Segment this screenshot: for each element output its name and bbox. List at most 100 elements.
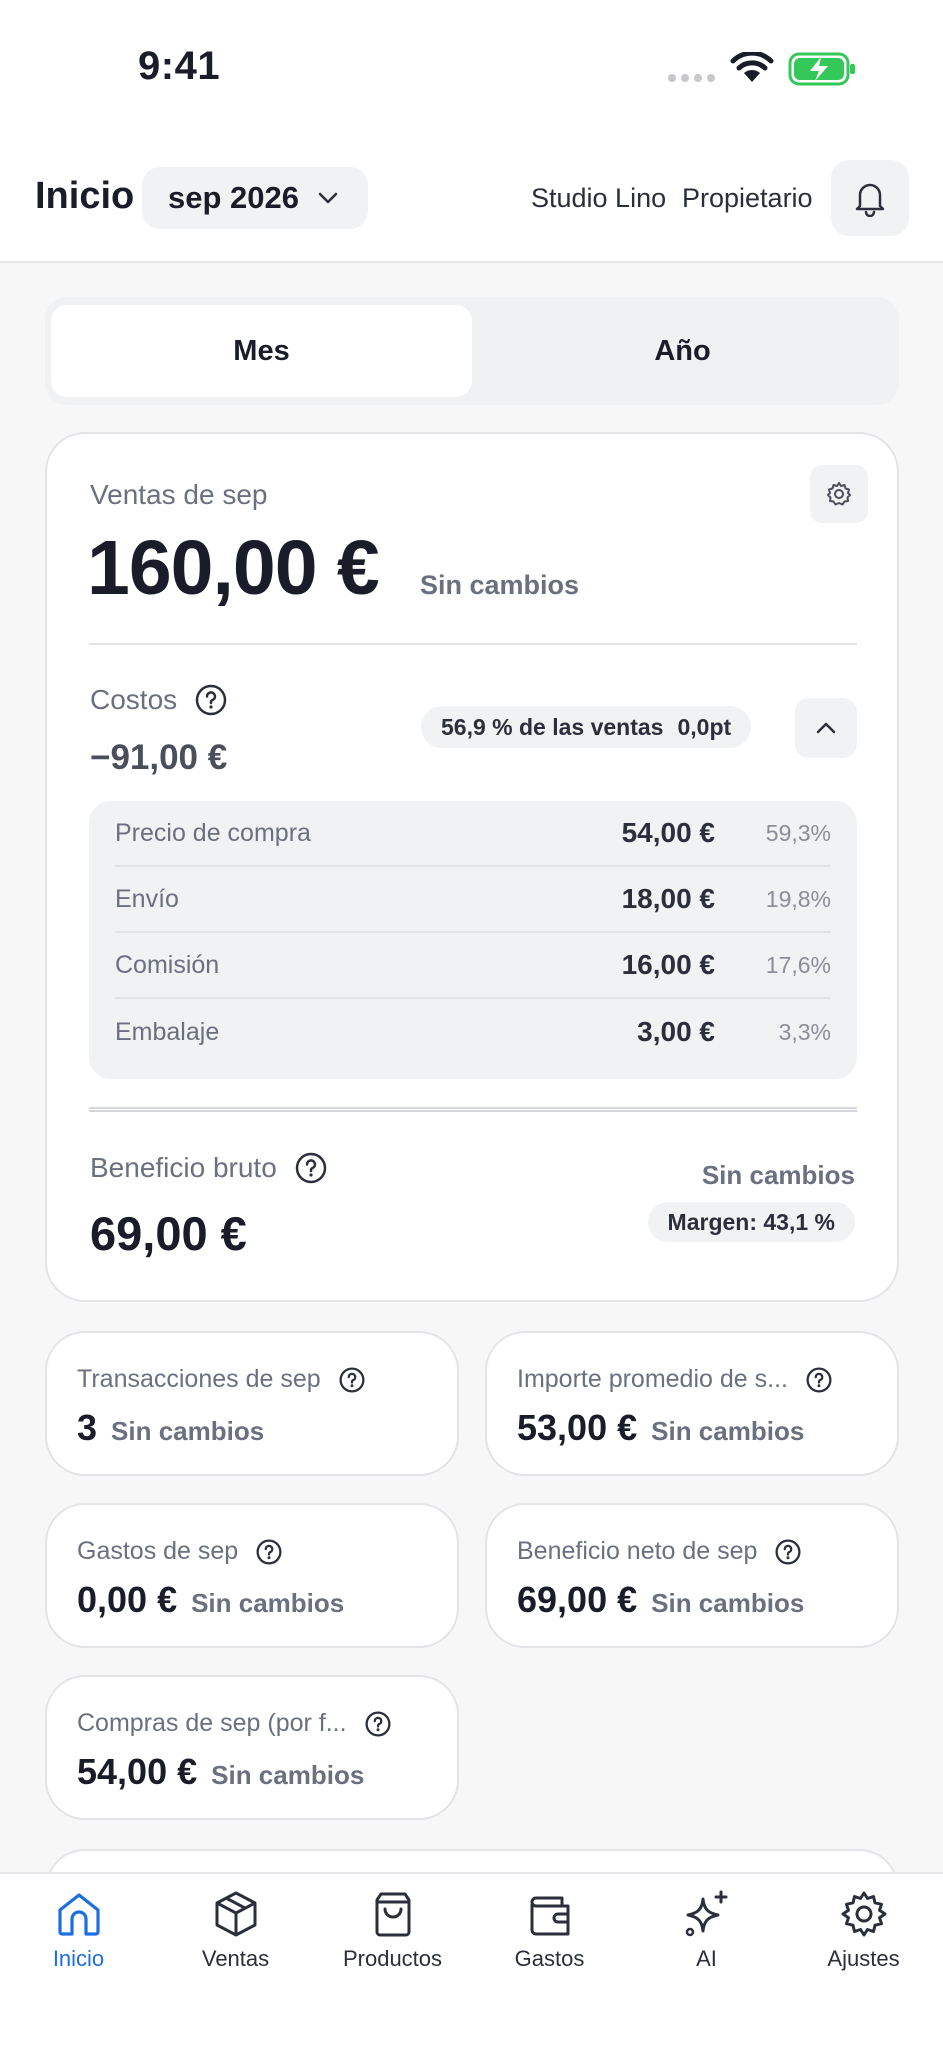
page-title: Inicio — [35, 175, 135, 217]
metric-label: Gastos de sep — [77, 1537, 239, 1565]
sales-value: 160,00 € — [87, 525, 380, 611]
metric-label-row: Importe promedio de s... — [517, 1365, 832, 1394]
breakdown-name: Embalaje — [115, 1017, 220, 1046]
metric-value-row: 53,00 € Sin cambios — [517, 1407, 804, 1449]
card-settings-button[interactable] — [810, 465, 868, 523]
tab-label: Productos — [342, 1946, 443, 1971]
gross-profit-value: 69,00 € — [90, 1207, 247, 1260]
help-icon[interactable] — [775, 1538, 801, 1565]
help-icon[interactable] — [256, 1538, 282, 1565]
metric-value: 0,00 € — [77, 1579, 178, 1620]
segment-month[interactable]: Mes — [51, 305, 472, 397]
double-divider — [89, 1107, 857, 1112]
metric-label: Beneficio neto de sep — [517, 1537, 758, 1565]
tab-label: Ventas — [201, 1946, 270, 1971]
tab-gastos[interactable]: Gastos — [471, 1888, 628, 1972]
tab-ajustes[interactable]: Ajustes — [785, 1888, 942, 1972]
breakdown-name: Precio de compra — [115, 818, 311, 847]
help-icon[interactable] — [365, 1710, 391, 1737]
breakdown-amount: 3,00 € — [637, 1016, 715, 1047]
status-time: 9:41 — [138, 44, 221, 88]
tab-productos[interactable]: Productos — [314, 1888, 471, 1972]
notifications-button[interactable] — [831, 160, 909, 236]
home-icon — [57, 1893, 100, 1936]
costs-share-badge: 56,9 % de las ventas 0,0pt — [421, 706, 752, 748]
metric-change: Sin cambios — [211, 1760, 365, 1790]
costs-header: Costos — [90, 684, 227, 716]
metric-value: 3 — [77, 1407, 98, 1448]
breakdown-amount: 16,00 € — [621, 949, 715, 980]
collapse-costs-button[interactable] — [795, 698, 857, 758]
wallet-icon — [530, 1896, 569, 1936]
help-icon[interactable] — [339, 1366, 365, 1393]
metric-label-row: Transacciones de sep — [77, 1365, 365, 1394]
metric-value-row: 3 Sin cambios — [77, 1407, 264, 1449]
shopping-bag-icon — [375, 1892, 410, 1937]
segment-year[interactable]: Año — [472, 305, 893, 397]
breakdown-percent: 59,3% — [765, 819, 831, 846]
metric-value-row: 54,00 € Sin cambios — [77, 1751, 364, 1793]
chevron-up-icon — [816, 722, 836, 734]
costs-delta: 0,0pt — [677, 713, 732, 740]
tab-ventas[interactable]: Ventas — [157, 1888, 314, 1972]
help-icon[interactable] — [295, 1152, 327, 1184]
metric-card-net-profit[interactable]: Beneficio neto de sep 69,00 € Sin cambio… — [485, 1503, 899, 1648]
gear-icon — [827, 482, 851, 506]
tab-label: Ajustes — [827, 1946, 900, 1971]
metric-label: Importe promedio de s... — [517, 1365, 788, 1393]
gear-icon — [841, 1891, 886, 1937]
breakdown-percent: 3,3% — [778, 1018, 831, 1045]
battery-charging-icon — [788, 52, 855, 86]
wifi-icon — [730, 52, 774, 82]
metric-value: 54,00 € — [77, 1751, 198, 1792]
period-selector[interactable]: sep 2026 — [142, 167, 368, 229]
metric-value-row: 69,00 € Sin cambios — [517, 1579, 804, 1621]
breakdown-row: Embalaje 3,00 € 3,3% — [115, 999, 831, 1065]
sales-label: Ventas de sep — [90, 479, 268, 510]
bell-icon — [855, 183, 885, 217]
user-role: Propietario — [682, 183, 813, 213]
tab-ai[interactable]: AI — [628, 1888, 785, 1972]
chevron-down-icon — [318, 192, 338, 204]
divider — [89, 643, 857, 645]
bottom-tab-bar: Inicio Ventas Productos Gastos AI Ajuste… — [0, 1872, 943, 2049]
metric-label: Compras de sep (por f... — [77, 1709, 347, 1737]
period-label: sep 2026 — [168, 180, 299, 215]
costs-value: −91,00 € — [90, 738, 228, 777]
metric-label: Transacciones de sep — [77, 1365, 321, 1393]
costs-share-label: 56,9 % de las ventas — [441, 713, 664, 740]
metric-change: Sin cambios — [651, 1416, 805, 1446]
box-icon — [215, 1891, 256, 1937]
metric-card-expenses[interactable]: Gastos de sep 0,00 € Sin cambios — [45, 1503, 459, 1648]
metric-label-row: Beneficio neto de sep — [517, 1537, 801, 1566]
metric-value-row: 0,00 € Sin cambios — [77, 1579, 344, 1621]
metric-card-purchases[interactable]: Compras de sep (por f... 54,00 € Sin cam… — [45, 1675, 459, 1820]
breakdown-amount: 18,00 € — [621, 883, 715, 914]
tab-label: AI — [696, 1946, 717, 1971]
metric-label-row: Compras de sep (por f... — [77, 1709, 391, 1738]
period-segmented-control: Mes Año — [45, 297, 899, 405]
sales-change: Sin cambios — [420, 570, 580, 600]
metric-change: Sin cambios — [651, 1588, 805, 1618]
costs-label: Costos — [90, 684, 178, 715]
breakdown-row: Comisión 16,00 € 17,6% — [115, 933, 831, 999]
tab-inicio[interactable]: Inicio — [0, 1888, 157, 1972]
tab-label: Inicio — [52, 1946, 105, 1971]
gross-profit-label: Beneficio bruto — [90, 1152, 277, 1183]
top-header: Inicio sep 2026 Studio Lino Propietario — [0, 130, 943, 263]
gross-profit-change: Sin cambios — [701, 1160, 855, 1190]
signal-icon — [668, 74, 715, 82]
costs-breakdown: Precio de compra 54,00 € 59,3% Envío 18,… — [89, 801, 857, 1079]
breakdown-row: Envío 18,00 € 19,8% — [115, 867, 831, 933]
breakdown-name: Envío — [115, 884, 179, 913]
status-bar: 9:41 — [0, 0, 943, 130]
breakdown-row: Precio de compra 54,00 € 59,3% — [115, 801, 831, 867]
metric-change: Sin cambios — [191, 1588, 345, 1618]
margin-badge: Margen: 43,1 % — [647, 1202, 855, 1242]
metric-card-average-amount[interactable]: Importe promedio de s... 53,00 € Sin cam… — [485, 1331, 899, 1476]
gross-profit-header: Beneficio bruto — [90, 1152, 327, 1184]
help-icon[interactable] — [195, 684, 227, 716]
breakdown-percent: 19,8% — [765, 885, 831, 912]
metric-card-transactions[interactable]: Transacciones de sep 3 Sin cambios — [45, 1331, 459, 1476]
help-icon[interactable] — [806, 1366, 832, 1393]
